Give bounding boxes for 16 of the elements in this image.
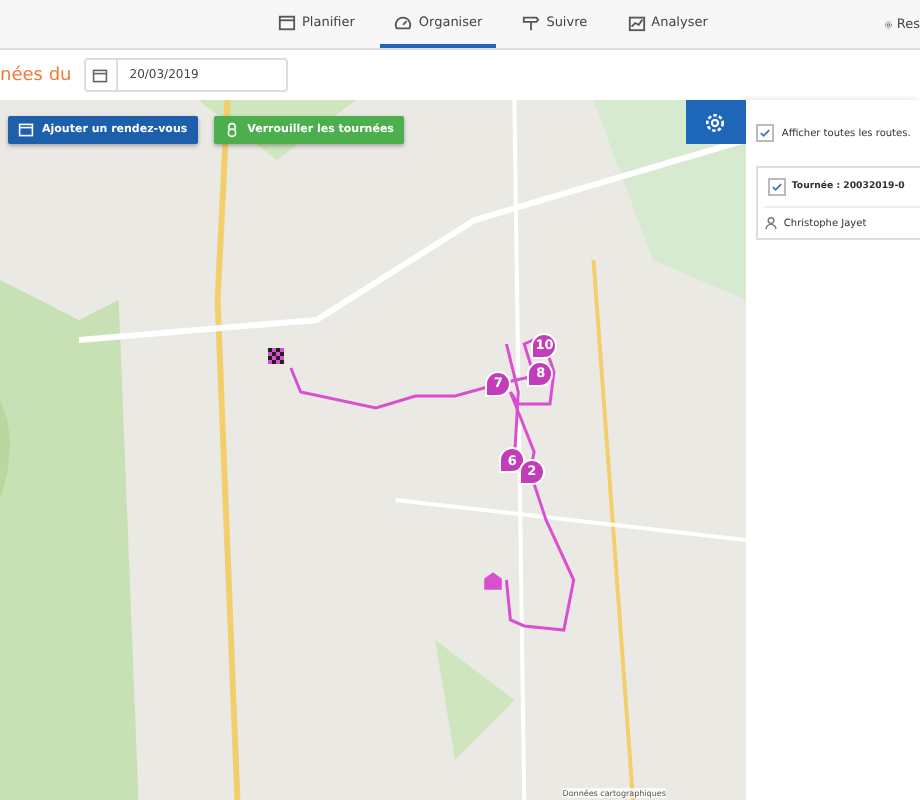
person-icon: [763, 216, 778, 230]
checkered-flag-icon: [268, 348, 285, 365]
settings-icon[interactable]: [884, 15, 893, 33]
settings-button[interactable]: [685, 100, 746, 144]
settings-icon: [704, 111, 727, 133]
signpost-icon: [522, 13, 541, 31]
calendar-icon: [92, 67, 109, 83]
chart-icon: [627, 13, 646, 31]
home-marker-icon: [481, 569, 504, 591]
date-label: nées du: [0, 65, 72, 85]
checkbox[interactable]: [767, 178, 786, 196]
calendar-icon: [278, 13, 296, 31]
checkbox[interactable]: [755, 124, 774, 142]
gauge-icon: [394, 13, 413, 31]
calendar-icon: [18, 122, 34, 138]
lock-icon: [223, 122, 240, 138]
